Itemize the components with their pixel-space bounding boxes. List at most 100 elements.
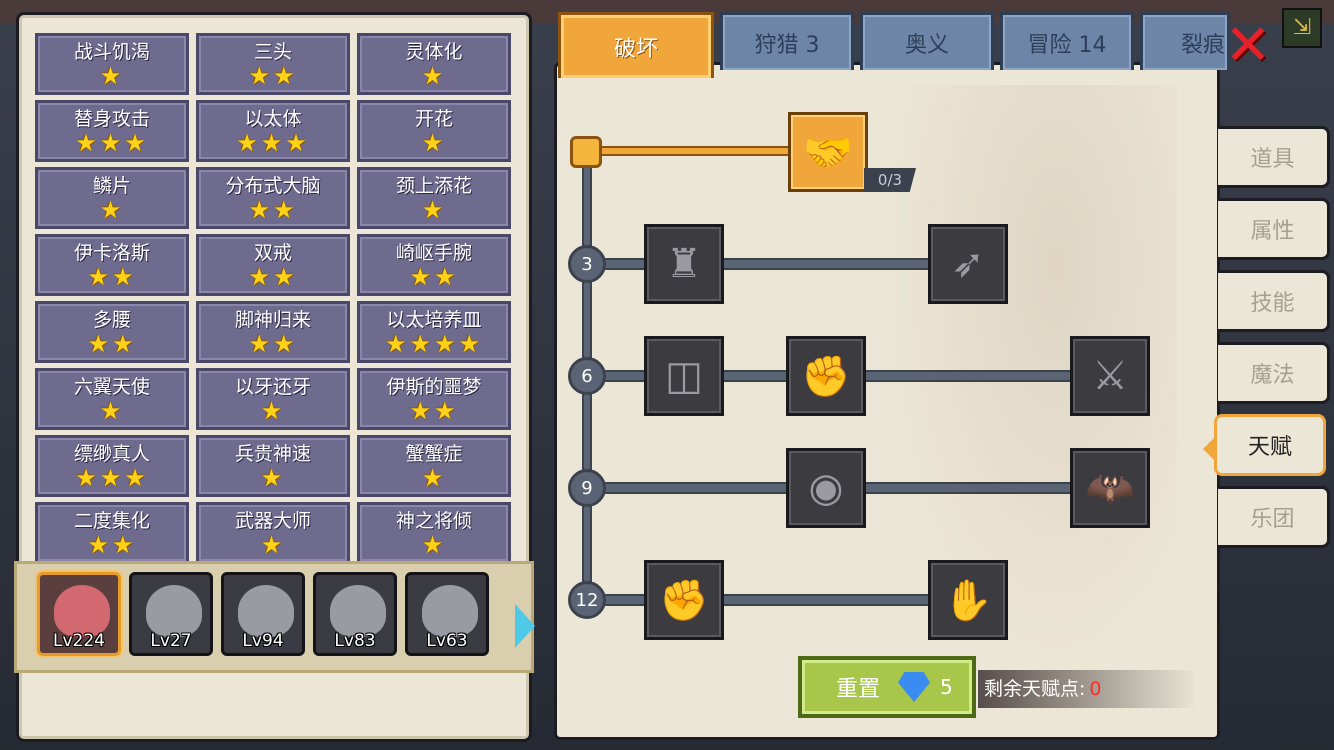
badge-stars: ★★ [248, 196, 298, 224]
badge-name: 以太培养皿 [386, 309, 482, 331]
badge-name: 崎岖手腕 [395, 242, 472, 264]
hero-slot[interactable]: Lv94 [221, 572, 305, 656]
badge-cell[interactable]: 颈上添花 ★ [357, 167, 511, 229]
badge-name: 鳞片 [92, 175, 131, 197]
badge-panel: 战斗饥渴 ★ 三头 ★★ 灵体化 ★ 替身攻击 ★★★ 以太体 ★★★ 开花 ★ 鳞片 ★ 分布式大脑 ★★ 颈… [14, 12, 535, 742]
side-menu-item[interactable]: 道具 [1218, 126, 1330, 188]
badge-name: 战斗饥渴 [73, 41, 150, 63]
badge-cell[interactable]: 开花 ★ [357, 100, 511, 162]
level-node: 9 [568, 469, 606, 507]
side-menu: 道具属性技能魔法天赋乐团 [1203, 126, 1330, 548]
talent-punch[interactable]: ✊ [786, 336, 866, 416]
badge-grid: 战斗饥渴 ★ 三头 ★★ 灵体化 ★ 替身攻击 ★★★ 以太体 ★★★ 开花 ★ 鳞片 ★ 分布式大脑 ★★ 颈… [35, 33, 515, 573]
close-icon[interactable]: ✕ [1222, 18, 1274, 74]
badge-stars: ★ [260, 397, 286, 425]
badge-cell[interactable]: 分布式大脑 ★★ [196, 167, 350, 229]
badge-stars: ★ [421, 62, 447, 90]
badge-cell[interactable]: 替身攻击 ★★★ [35, 100, 189, 162]
badge-stars: ★ [99, 397, 125, 425]
badge-cell[interactable]: 战斗饥渴 ★ [35, 33, 189, 95]
hero-slot[interactable]: Lv27 [129, 572, 213, 656]
level-node: 12 [568, 581, 606, 619]
badge-cell[interactable]: 六翼天使 ★ [35, 368, 189, 430]
badge-cell[interactable]: 鳞片 ★ [35, 167, 189, 229]
badge-cell[interactable]: 脚神归来 ★★ [196, 301, 350, 363]
badge-cell[interactable]: 伊卡洛斯 ★★ [35, 234, 189, 296]
badge-name: 颈上添花 [395, 175, 472, 197]
hero-portrait [422, 585, 478, 637]
badge-stars: ★★ [87, 531, 137, 559]
reset-button[interactable]: 重置 5 [798, 656, 976, 718]
badge-stars: ★ [260, 531, 286, 559]
hero-level: Lv27 [150, 631, 192, 651]
grip-icon: ✋ [943, 577, 993, 624]
badge-cell[interactable]: 崎岖手腕 ★★ [357, 234, 511, 296]
talent-muscle[interactable]: ♜ [644, 224, 724, 304]
badge-cell[interactable]: 武器大师 ★ [196, 502, 350, 564]
badge-stars: ★★★★ [384, 330, 484, 358]
badge-stars: ★★ [87, 263, 137, 291]
badge-name: 神之将倾 [395, 510, 472, 532]
badge-cell[interactable]: 伊斯的噩梦 ★★ [357, 368, 511, 430]
badge-cell[interactable]: 以牙还牙 ★ [196, 368, 350, 430]
slash-icon: ⚔ [1092, 353, 1128, 399]
badge-cell[interactable]: 三头 ★★ [196, 33, 350, 95]
talent-fist[interactable]: ✊ [644, 560, 724, 640]
hero-slot[interactable]: Lv83 [313, 572, 397, 656]
badge-name: 脚神归来 [234, 309, 311, 331]
side-menu-item[interactable]: 天赋 [1203, 414, 1326, 476]
badge-cell[interactable]: 神之将倾 ★ [357, 502, 511, 564]
arrow-icon: ➶ [951, 241, 985, 287]
badge-name: 伊卡洛斯 [73, 242, 150, 264]
side-menu-item[interactable]: 魔法 [1218, 342, 1330, 404]
badge-stars: ★★★ [75, 464, 149, 492]
badge-name: 缥缈真人 [73, 443, 150, 465]
remaining-value: 0 [1089, 678, 1102, 700]
badge-stars: ★★ [87, 330, 137, 358]
badge-cell[interactable]: 兵贵神速 ★ [196, 435, 350, 497]
badge-cell[interactable]: 蟹蟹症 ★ [357, 435, 511, 497]
talent-grip[interactable]: ✋ [928, 560, 1008, 640]
badge-name: 武器大师 [234, 510, 311, 532]
talent-arrow[interactable]: ➶ [928, 224, 1008, 304]
badge-name: 以太体 [244, 108, 302, 130]
badge-stars: ★★ [248, 330, 298, 358]
exit-icon[interactable]: ⇲ [1282, 8, 1322, 48]
badge-cell[interactable]: 多腰 ★★ [35, 301, 189, 363]
hero-slot[interactable]: Lv63 [405, 572, 489, 656]
badge-stars: ★★ [409, 397, 459, 425]
badge-name: 灵体化 [405, 41, 463, 63]
badge-stars: ★★ [248, 62, 298, 90]
hero-slot[interactable]: Lv224 [37, 572, 121, 656]
diamond-icon [898, 672, 931, 702]
badge-name: 双戒 [253, 242, 292, 264]
badge-stars: ★ [260, 464, 286, 492]
talent-bat[interactable]: 🦇 [1070, 448, 1150, 528]
reset-gem-cost: 5 [940, 675, 953, 699]
talent-slash[interactable]: ⚔ [1070, 336, 1150, 416]
badge-cell[interactable]: 二度集化 ★★ [35, 502, 189, 564]
badge-cell[interactable]: 灵体化 ★ [357, 33, 511, 95]
talent-shield-break[interactable]: ◫ [644, 336, 724, 416]
badge-name: 替身攻击 [73, 108, 150, 130]
badge-cell[interactable]: 缥缈真人 ★★★ [35, 435, 189, 497]
side-menu-item[interactable]: 乐团 [1218, 486, 1330, 548]
badge-cell[interactable]: 以太体 ★★★ [196, 100, 350, 162]
talent-tree: 3 6 9 12 🤝 ♜ ➶ ◫ ✊ ⚔ ◉ 🦇 ✊ ✋ [554, 62, 1220, 740]
talent-arm-wrestle[interactable]: 🤝 [788, 112, 868, 192]
hero-next-arrow-icon[interactable] [515, 604, 535, 648]
side-menu-item[interactable]: 技能 [1218, 270, 1330, 332]
talent-progress: 0/3 [864, 168, 916, 192]
badge-cell[interactable]: 以太培养皿 ★★★★ [357, 301, 511, 363]
shield-break-icon: ◫ [665, 353, 703, 399]
badge-name: 三头 [253, 41, 292, 63]
muscle-body-icon: ♜ [666, 241, 702, 287]
badge-name: 二度集化 [73, 510, 150, 532]
badge-cell[interactable]: 双戒 ★★ [196, 234, 350, 296]
level-node: 3 [568, 245, 606, 283]
badge-stars: ★ [99, 196, 125, 224]
side-menu-item[interactable]: 属性 [1218, 198, 1330, 260]
hero-portrait [146, 585, 202, 637]
badge-name: 以牙还牙 [234, 376, 311, 398]
talent-shockwave[interactable]: ◉ [786, 448, 866, 528]
